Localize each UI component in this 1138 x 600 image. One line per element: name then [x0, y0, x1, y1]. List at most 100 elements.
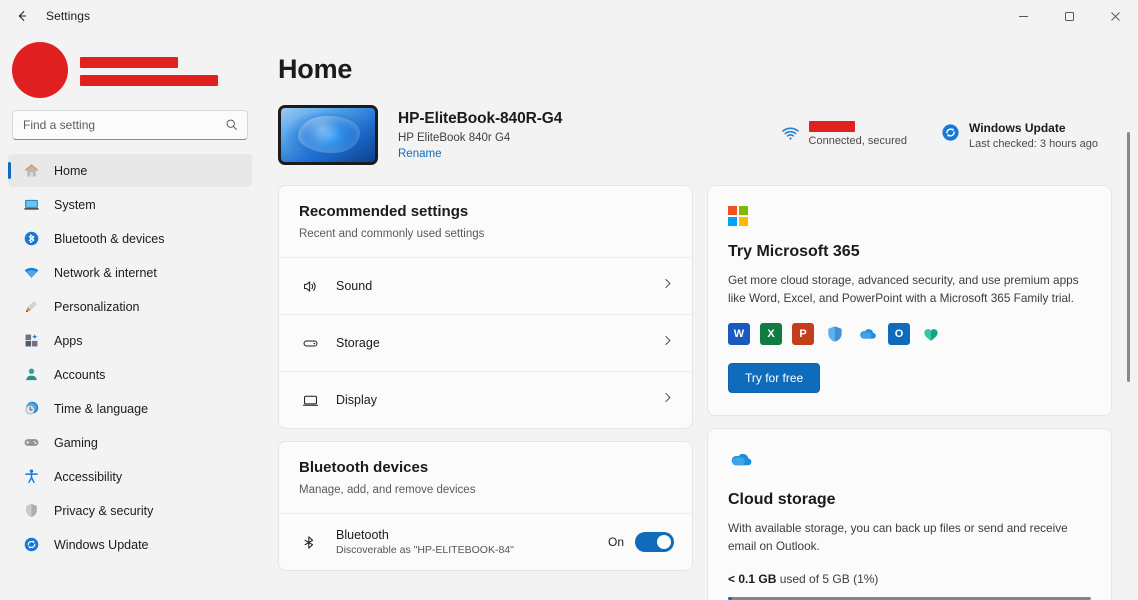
sidebar-item-network-internet[interactable]: Network & internet: [8, 256, 252, 289]
bluetooth-row-label: Bluetooth: [336, 528, 389, 542]
sidebar-item-label: Privacy & security: [54, 503, 154, 518]
try-for-free-button[interactable]: Try for free: [728, 362, 821, 393]
cloud-usage-text: < 0.1 GB used of 5 GB (1%): [728, 572, 1091, 586]
profile-text: [80, 55, 218, 86]
sidebar-item-bluetooth-devices[interactable]: Bluetooth & devices: [8, 222, 252, 255]
sidebar-item-system[interactable]: System: [8, 188, 252, 221]
cloud-body: With available storage, you can back up …: [728, 520, 1068, 553]
cards-area: Recommended settings Recent and commonly…: [278, 185, 1112, 600]
recommended-card-title: Recommended settings: [299, 203, 469, 220]
rename-link[interactable]: Rename: [398, 148, 441, 160]
cloud-storage-card: Cloud storage With available storage, yo…: [707, 427, 1112, 600]
network-status-text: Connected, secured: [808, 120, 907, 147]
device-model: HP EliteBook 840r G4: [398, 132, 511, 144]
onedrive-icon: [856, 323, 878, 345]
cloud-usage-bold: < 0.1 GB: [728, 572, 777, 587]
recommended-row-label: Sound: [336, 279, 373, 293]
sidebar-item-label: System: [54, 197, 96, 212]
sidebar-item-gaming[interactable]: Gaming: [8, 426, 252, 459]
network-status[interactable]: Connected, secured: [781, 120, 907, 150]
system-icon: [22, 196, 40, 214]
minimize-button[interactable]: [1000, 0, 1046, 32]
wifi-icon: [22, 264, 40, 282]
excel-icon: X: [760, 322, 782, 345]
close-icon: [1110, 11, 1120, 21]
cloud-usage-rest: used of 5 GB (1%): [776, 572, 879, 587]
avatar: [12, 42, 68, 98]
laptop-thumbnail-icon: [278, 105, 378, 165]
sidebar-item-home[interactable]: Home: [8, 154, 252, 187]
bluetooth-toggle-row[interactable]: Bluetooth Discoverable as "HP-ELITEBOOK-…: [279, 513, 692, 570]
bluetooth-card-subtitle: Manage, add, and remove devices: [299, 484, 476, 496]
sidebar-item-label: Gaming: [54, 435, 98, 450]
windows-update-status[interactable]: Windows Update Last checked: 3 hours ago: [941, 121, 1098, 150]
sidebar-item-apps[interactable]: Apps: [8, 324, 252, 357]
search-wrapper: [8, 110, 252, 154]
page-title: Home: [278, 54, 353, 84]
sidebar-item-label: Accessibility: [54, 469, 123, 484]
user-profile[interactable]: [8, 32, 252, 110]
left-column: Recommended settings Recent and commonly…: [278, 185, 693, 600]
accessibility-icon: [22, 468, 40, 486]
recommended-row-label: Display: [336, 393, 377, 407]
sidebar-item-personalization[interactable]: Personalization: [8, 290, 252, 323]
window-controls: [1000, 0, 1138, 32]
sidebar-item-label: Windows Update: [54, 537, 149, 552]
shield-icon: [22, 502, 40, 520]
sidebar-item-label: Accounts: [54, 367, 106, 382]
settings-window: Settings Find a setting Home System Blue…: [0, 0, 1138, 600]
update-status-subtitle: Last checked: 3 hours ago: [968, 137, 1098, 150]
bluetooth-toggle-area: On: [608, 532, 674, 552]
sidebar-item-label: Bluetooth & devices: [54, 231, 165, 246]
microsoft-365-card: Try Microsoft 365 Get more cloud storage…: [707, 185, 1112, 416]
status-group: Connected, secured Windows Update Last c…: [781, 120, 1112, 150]
bluetooth-icon: [22, 230, 40, 248]
back-button[interactable]: [6, 1, 38, 31]
sidebar-item-label: Personalization: [54, 299, 140, 314]
recommended-row-storage[interactable]: Storage: [279, 314, 692, 371]
sidebar-item-accounts[interactable]: Accounts: [8, 358, 252, 391]
recommended-row-sound[interactable]: Sound: [279, 257, 692, 314]
sidebar-nav: Home System Bluetooth & devices Network …: [8, 154, 252, 561]
search-input[interactable]: [13, 118, 247, 132]
minimize-icon: [1018, 15, 1028, 17]
device-name: HP-EliteBook-840R-G4: [398, 110, 563, 127]
m365-title: Try Microsoft 365: [728, 243, 860, 260]
profile-name-redacted: [80, 56, 178, 68]
sidebar-item-label: Home: [54, 163, 88, 178]
sidebar-item-privacy-security[interactable]: Privacy & security: [8, 494, 252, 527]
home-icon: [22, 162, 40, 180]
chevron-right-icon: [661, 277, 674, 295]
network-status-subtitle: Connected, secured: [808, 134, 907, 147]
sidebar-item-label: Network & internet: [54, 265, 157, 280]
main-scrollbar[interactable]: [1123, 32, 1135, 600]
monitor-icon: [299, 392, 321, 409]
m365-body: Get more cloud storage, advanced securit…: [728, 273, 1079, 306]
close-button[interactable]: [1092, 0, 1138, 32]
sidebar-item-windows-update[interactable]: Windows Update: [8, 528, 252, 561]
recommended-row-display[interactable]: Display: [279, 371, 692, 428]
bluetooth-icon: [299, 534, 321, 551]
device-header: HP-EliteBook-840R-G4 HP EliteBook 840r G…: [278, 105, 1112, 165]
m365-app-icons: W X P O: [728, 322, 1091, 345]
sidebar-item-accessibility[interactable]: Accessibility: [8, 460, 252, 493]
brush-icon: [22, 298, 40, 316]
drive-icon: [299, 335, 321, 352]
bluetooth-toggle-label: On: [607, 535, 624, 549]
update-icon: [22, 536, 40, 554]
network-name-redacted: [808, 120, 855, 132]
bluetooth-toggle[interactable]: [635, 532, 674, 552]
sidebar-item-label: Time & language: [54, 401, 149, 416]
powerpoint-icon: P: [792, 322, 814, 345]
recommended-settings-card: Recommended settings Recent and commonly…: [278, 185, 693, 429]
sidebar-item-time-language[interactable]: Time & language: [8, 392, 252, 425]
bluetooth-row-labels: Bluetooth Discoverable as "HP-ELITEBOOK-…: [336, 528, 514, 556]
recommended-card-subtitle: Recent and commonly used settings: [299, 228, 485, 240]
microsoft-logo-icon: [728, 206, 1091, 226]
cloud-title: Cloud storage: [728, 490, 836, 508]
search-box[interactable]: [12, 110, 248, 140]
scrollbar-thumb[interactable]: [1127, 132, 1130, 382]
windows-update-icon: [941, 123, 960, 147]
maximize-button[interactable]: [1046, 0, 1092, 32]
chevron-right-icon: [661, 334, 674, 352]
